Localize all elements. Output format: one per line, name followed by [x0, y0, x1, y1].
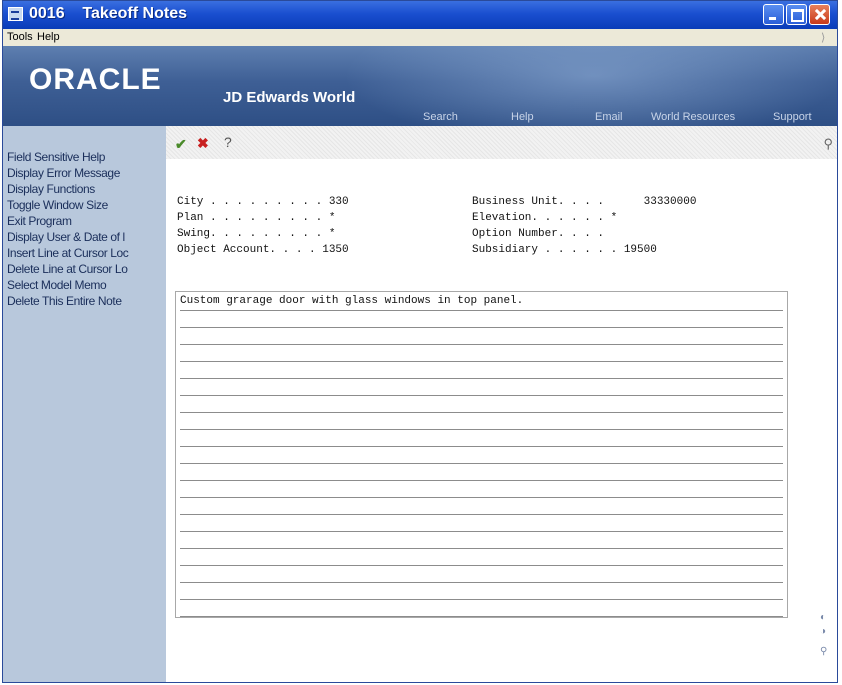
- memo-line[interactable]: [180, 600, 783, 617]
- memo-line[interactable]: [180, 481, 783, 498]
- subsidiary-field[interactable]: Subsidiary . . . . . . 19500: [472, 244, 657, 256]
- ok-icon[interactable]: ✔: [175, 136, 187, 153]
- sidebar-item-exit-program[interactable]: Exit Program: [7, 214, 72, 228]
- memo-line[interactable]: [180, 311, 783, 328]
- sidebar-item-toggle-window-size[interactable]: Toggle Window Size: [7, 198, 108, 212]
- banner-link-world-resources[interactable]: World Resources: [651, 111, 735, 123]
- sidebar-item-display-functions[interactable]: Display Functions: [7, 182, 95, 196]
- minimize-button[interactable]: [763, 4, 784, 25]
- banner-link-help[interactable]: Help: [511, 111, 534, 123]
- oracle-banner: ORACLE JD Edwards World Search Help Emai…: [3, 46, 837, 126]
- memo-line[interactable]: [180, 345, 783, 362]
- close-button[interactable]: [809, 4, 830, 25]
- plan-field[interactable]: Plan . . . . . . . . . *: [177, 212, 335, 224]
- memo-line[interactable]: [180, 566, 783, 583]
- memo-line[interactable]: [180, 362, 783, 379]
- sidebar-item-field-sensitive-help[interactable]: Field Sensitive Help: [7, 150, 105, 164]
- memo-line[interactable]: [180, 396, 783, 413]
- menu-corner-icon: ⟩: [821, 32, 826, 44]
- elevation-field[interactable]: Elevation. . . . . . *: [472, 212, 617, 224]
- sidebar-item-select-model-memo[interactable]: Select Model Memo: [7, 278, 107, 292]
- function-sidebar: Field Sensitive Help Display Error Messa…: [3, 126, 166, 682]
- swing-field[interactable]: Swing. . . . . . . . . *: [177, 228, 335, 240]
- sidebar-item-delete-line[interactable]: Delete Line at Cursor Lo: [7, 262, 128, 276]
- menu-help[interactable]: Help: [37, 31, 60, 43]
- sidebar-item-insert-line[interactable]: Insert Line at Cursor Loc: [7, 246, 129, 260]
- menu-tools[interactable]: Tools: [7, 31, 33, 43]
- banner-link-search[interactable]: Search: [423, 111, 458, 123]
- memo-line[interactable]: [180, 532, 783, 549]
- maximize-button[interactable]: [786, 4, 807, 25]
- business-unit-field[interactable]: Business Unit. . . . 33330000: [472, 196, 696, 208]
- page-down-icon[interactable]: ◑: [820, 626, 830, 637]
- menu-bar: Tools Help ⟩: [3, 29, 837, 47]
- banner-link-email[interactable]: Email: [595, 111, 623, 123]
- page-up-icon[interactable]: ◐: [820, 612, 830, 623]
- memo-line[interactable]: [180, 464, 783, 481]
- memo-line[interactable]: [180, 379, 783, 396]
- banner-link-support[interactable]: Support: [773, 111, 812, 123]
- zoom-icon[interactable]: ⚲: [820, 646, 830, 657]
- cancel-icon[interactable]: ✖: [197, 135, 209, 152]
- memo-line[interactable]: [180, 498, 783, 515]
- main-panel: ✔ ✖ ? ⚲ City . . . . . . . . . 330 Plan …: [166, 126, 837, 682]
- memo-line[interactable]: [180, 515, 783, 532]
- product-name: JD Edwards World: [223, 89, 356, 106]
- sidebar-item-display-error-message[interactable]: Display Error Message: [7, 166, 120, 180]
- object-account-field[interactable]: Object Account. . . . 1350: [177, 244, 349, 256]
- memo-line[interactable]: [180, 430, 783, 447]
- memo-line[interactable]: [180, 328, 783, 345]
- option-number-field[interactable]: Option Number. . . .: [472, 228, 604, 240]
- banner-swoosh: [343, 46, 837, 126]
- memo-line[interactable]: [180, 413, 783, 430]
- window-title: 0016 Takeoff Notes: [29, 5, 187, 22]
- oracle-logo: ORACLE: [29, 63, 162, 96]
- search-icon[interactable]: ⚲: [823, 136, 833, 152]
- sidebar-item-display-user-date[interactable]: Display User & Date of l: [7, 230, 125, 244]
- takeoff-notes-window: 0016 Takeoff Notes Tools Help ⟩ ORACLE J…: [2, 0, 838, 683]
- app-icon: [8, 7, 23, 21]
- memo-line[interactable]: [180, 447, 783, 464]
- city-field[interactable]: City . . . . . . . . . 330: [177, 196, 349, 208]
- memo-line[interactable]: Custom grarage door with glass windows i…: [180, 294, 783, 311]
- memo-text-area[interactable]: Custom grarage door with glass windows i…: [175, 291, 788, 618]
- title-bar[interactable]: 0016 Takeoff Notes: [3, 1, 837, 29]
- memo-line[interactable]: [180, 549, 783, 566]
- help-icon[interactable]: ?: [224, 134, 232, 150]
- form-toolbar: ✔ ✖ ? ⚲: [166, 126, 837, 159]
- memo-line[interactable]: [180, 583, 783, 600]
- sidebar-item-delete-entire-note[interactable]: Delete This Entire Note: [7, 294, 122, 308]
